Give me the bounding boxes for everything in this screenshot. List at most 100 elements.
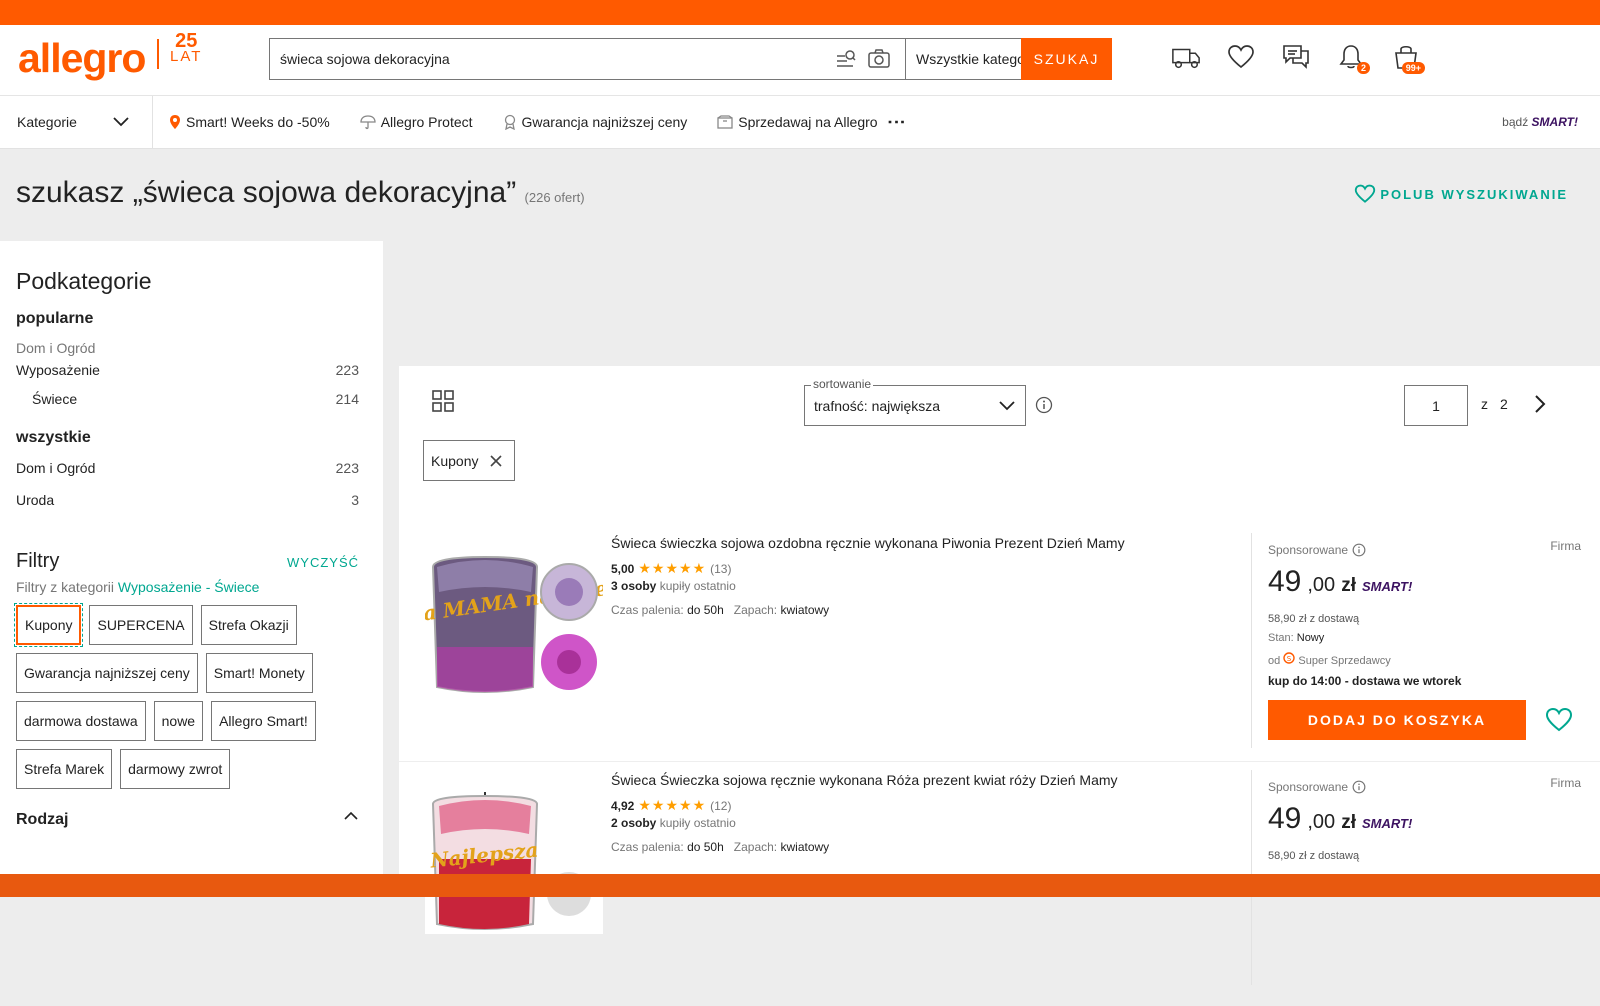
medal-icon: [504, 114, 515, 130]
page-total: z2: [1481, 396, 1508, 412]
product-image[interactable]: Najlepsza: [425, 784, 603, 934]
cart-icon[interactable]: 99+: [1391, 42, 1425, 74]
sort-value: trafność: największa: [814, 397, 941, 414]
nav-item-smart-weeks[interactable]: Smart! Weeks do -50%: [169, 114, 330, 130]
info-icon[interactable]: [1035, 396, 1053, 414]
rating-value: 5,00: [611, 561, 635, 576]
offer-params: Czas palenia: do 50h Zapach: kwiatowy: [611, 840, 829, 854]
sort-select[interactable]: sortowanie trafność: największa: [804, 377, 1026, 426]
active-filter-chip[interactable]: Kupony: [423, 440, 516, 481]
offer-title[interactable]: Świeca Świeczka sojowa ręcznie wykonana …: [611, 772, 1118, 788]
active-filter-label: Kupony: [431, 452, 479, 469]
param-label: Zapach:: [733, 840, 778, 854]
filter-chip-kupony[interactable]: Kupony: [13, 603, 84, 647]
notifications-badge: 2: [1356, 62, 1370, 74]
svg-text:S: S: [1287, 655, 1292, 663]
subcategory-label: Dom i Ogród: [16, 460, 96, 476]
subcategory-count: 223: [335, 460, 359, 476]
chevron-down-icon: [113, 117, 129, 127]
price-with-delivery: 58,90 zł z dostawą: [1268, 613, 1360, 625]
search-history-icon[interactable]: [835, 48, 857, 70]
rating-value: 4,92: [611, 798, 635, 813]
rating-stars: ★★★★★: [638, 797, 707, 813]
page-number-input[interactable]: 1: [1404, 385, 1468, 426]
anniversary-logo: 25 LAT: [170, 31, 202, 65]
subcategory-count: 223: [335, 362, 359, 378]
bought-text: kupiły ostatnio: [659, 579, 736, 593]
search-tools: [835, 39, 905, 79]
notifications-bell-icon[interactable]: 2: [1336, 42, 1370, 74]
nav-item-sell[interactable]: Sprzedawaj na Allegro: [717, 114, 878, 130]
more-options-icon[interactable]: ⋮: [887, 113, 907, 131]
popular-parent[interactable]: Dom i Ogród: [16, 340, 359, 356]
delivery-promise: kup do 14:00 - dostawa we wtorek: [1268, 674, 1461, 688]
page-title: szukasz „świeca sojowa dekoracyjna” (226…: [16, 176, 585, 210]
smart-promo[interactable]: bądź SMART!: [1502, 115, 1578, 129]
offers-count: (226 ofert): [524, 190, 585, 205]
smart-badge: SMART!: [1361, 579, 1413, 594]
header: allegro 25LAT Wszystkie kategorie SZUKAJ…: [0, 25, 1600, 96]
filter-chip-smart-monety[interactable]: Smart! Monety: [205, 653, 313, 693]
filter-chip-supercena[interactable]: SUPERCENA: [89, 605, 193, 645]
subcategory-item[interactable]: Wyposażenie 223: [16, 362, 359, 378]
filter-chip-allegro-smart[interactable]: Allegro Smart!: [211, 701, 316, 741]
seller-type: Firma: [1550, 776, 1581, 790]
search-bar: Wszystkie kategorie: [269, 38, 1112, 80]
offer-bought: 2 osoby kupiły ostatnio: [611, 816, 736, 830]
subcategory-item[interactable]: Uroda 3: [16, 492, 359, 508]
search-input[interactable]: [270, 39, 835, 79]
nav-item-label: Allegro Protect: [380, 114, 473, 130]
param-value: do 50h: [687, 603, 724, 617]
categories-menu[interactable]: Kategorie: [0, 95, 153, 149]
offer-title[interactable]: Świeca świeczka sojowa ozdobna ręcznie w…: [611, 535, 1125, 551]
product-image[interactable]: Najlepsza MAMA na świecie: [425, 547, 603, 697]
subcategory-count: 214: [335, 391, 359, 407]
offer-rating: 4,92 ★★★★★ (12): [611, 797, 731, 814]
messages-icon[interactable]: [1281, 42, 1311, 72]
top-band: [0, 0, 1600, 25]
nav-item-label: Gwarancja najniższej ceny: [521, 114, 688, 130]
heart-icon[interactable]: [1226, 42, 1256, 72]
param-value: kwiatowy: [780, 840, 830, 854]
nav-item-allegro-protect[interactable]: Allegro Protect: [360, 114, 473, 130]
param-label: Czas palenia:: [611, 840, 684, 854]
param-value: do 50h: [687, 840, 724, 854]
filter-chip-free-return[interactable]: darmowy zwrot: [120, 749, 231, 789]
filter-chips: Kupony SUPERCENA Strefa Okazji Gwarancja…: [13, 603, 359, 789]
info-icon[interactable]: [1352, 780, 1366, 794]
like-search-button[interactable]: POLUB WYSZUKIWANIE: [1354, 184, 1568, 204]
allegro-logo[interactable]: allegro: [18, 35, 146, 82]
subcategory-label: Uroda: [16, 492, 55, 508]
price-currency: zł: [1341, 575, 1356, 596]
filter-section-rodzaj[interactable]: Rodzaj: [16, 811, 359, 829]
filter-chip-strefa-marek[interactable]: Strefa Marek: [16, 749, 113, 789]
smart-promo-prefix: bądź: [1502, 115, 1529, 129]
nav-item-price-guarantee[interactable]: Gwarancja najniższej ceny: [503, 114, 688, 130]
filter-chip-new[interactable]: nowe: [153, 701, 204, 741]
subcategory-item[interactable]: Świece 214: [16, 391, 359, 407]
grid-view-icon[interactable]: [432, 390, 454, 412]
delivery-truck-icon[interactable]: [1171, 42, 1201, 72]
heart-icon[interactable]: [1545, 707, 1573, 733]
filter-chip-strefa-okazji[interactable]: Strefa Okazji: [200, 605, 297, 645]
price-decimal: ,00: [1307, 574, 1336, 596]
nav-item-label: Smart! Weeks do -50%: [186, 114, 330, 130]
filter-chip-free-delivery[interactable]: darmowa dostawa: [16, 701, 146, 741]
subcategory-item[interactable]: Dom i Ogród 223: [16, 460, 359, 476]
sponsored-label: Sponsorowane: [1268, 780, 1366, 794]
price-integer: 49: [1268, 802, 1302, 835]
search-button[interactable]: SZUKAJ: [1021, 38, 1112, 80]
cart-badge: 99+: [1401, 62, 1425, 74]
info-icon[interactable]: [1352, 543, 1366, 557]
chevron-right-icon[interactable]: [1533, 394, 1547, 414]
filter-chip-price-guarantee[interactable]: Gwarancja najniższej ceny: [16, 653, 198, 693]
page-title-text: szukasz „świeca sojowa dekoracyjna”: [16, 176, 517, 209]
camera-icon[interactable]: [867, 48, 891, 70]
close-icon[interactable]: [490, 454, 503, 467]
bought-count: 2 osoby: [611, 816, 657, 830]
filters-category-link[interactable]: Wyposażenie - Świece: [118, 579, 260, 595]
param-label: Czas palenia:: [611, 603, 684, 617]
seller-prefix: od: [1268, 655, 1281, 667]
add-to-cart-button[interactable]: DODAJ DO KOSZYKA: [1268, 700, 1526, 740]
clear-filters-button[interactable]: WYCZYŚĆ: [287, 555, 359, 570]
